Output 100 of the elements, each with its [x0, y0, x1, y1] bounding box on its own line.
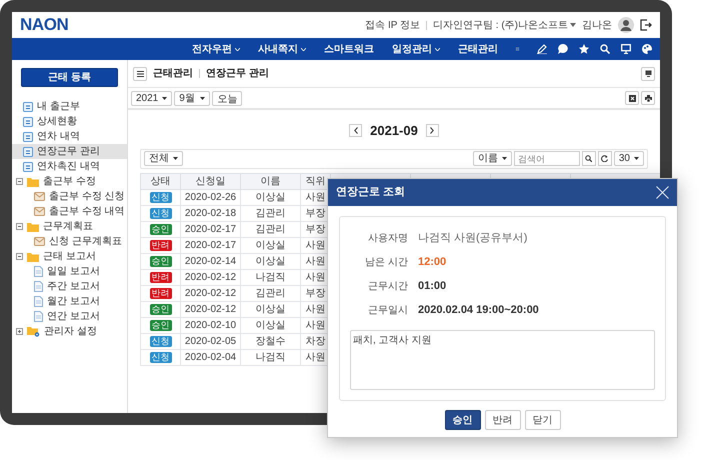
nav-menu-item[interactable]: 스마트워크 — [324, 42, 374, 56]
sidebar-item[interactable]: 근태 보고서 — [12, 249, 127, 264]
collapse-icon[interactable] — [16, 223, 23, 230]
field-label: 남은 시간 — [364, 256, 408, 270]
chevron-right-icon — [430, 127, 434, 134]
folder-icon — [27, 222, 39, 232]
spreadsheet-icon — [628, 94, 636, 102]
field-label: 사용자명 — [367, 232, 408, 246]
status-badge: 승인 — [150, 320, 172, 330]
caret-icon — [502, 157, 507, 160]
logo: NAON — [20, 14, 68, 36]
dialog-button[interactable]: 승인 — [444, 410, 480, 430]
page-size-select[interactable]: 30 — [614, 151, 644, 166]
year-select[interactable]: 2021 — [131, 90, 172, 106]
status-filter-select[interactable]: 전체 — [144, 151, 183, 166]
dialog-button[interactable]: 반려 — [484, 410, 520, 430]
nav-menu-item[interactable]: 일정관리 — [392, 42, 440, 56]
table-cell: 2020-02-05 — [180, 333, 240, 349]
status-badge: 반려 — [150, 272, 172, 282]
document-icon — [34, 296, 43, 307]
ip-info-link[interactable]: 접속 IP 정보 — [365, 18, 420, 32]
table-cell: 이상실 — [240, 301, 300, 317]
print-button[interactable] — [641, 91, 655, 105]
search-icon[interactable] — [600, 44, 610, 54]
excel-button[interactable] — [625, 91, 639, 105]
search-option-select[interactable]: 이름 — [472, 151, 512, 166]
collapse-icon[interactable] — [16, 253, 23, 260]
sidebar-item[interactable]: 관리자 설정 — [12, 324, 127, 339]
table-cell: 이상실 — [240, 317, 300, 333]
field-label: 근무일시 — [367, 304, 408, 318]
envelope-icon — [34, 207, 45, 216]
memo-field[interactable]: 패치, 고객사 지원 — [350, 330, 655, 390]
status-badge: 반려 — [150, 240, 172, 250]
collapse-icon[interactable] — [16, 178, 23, 185]
sidebar-item[interactable]: 연간 보고서 — [12, 309, 127, 324]
table-cell: 2020-02-14 — [180, 253, 240, 269]
sidebar-item[interactable]: 출근부 수정 신청 — [12, 189, 127, 204]
breadcrumb-item[interactable]: 근태관리 — [153, 66, 193, 81]
table-cell: 김관리 — [240, 285, 300, 301]
sidebar-item[interactable]: 연차촉진 내역 — [12, 159, 127, 174]
monitor-icon[interactable] — [621, 44, 631, 54]
field-value: 2020.02.04 19:00~20:00 — [418, 302, 539, 318]
chat-icon[interactable] — [558, 44, 568, 54]
avatar-icon[interactable] — [618, 17, 634, 33]
folder-icon — [27, 176, 39, 186]
column-header: 상태 — [140, 173, 180, 189]
table-cell: 2020-02-12 — [180, 301, 240, 317]
sidebar-item[interactable]: 내 출근부 — [12, 99, 127, 114]
search-button[interactable] — [582, 151, 596, 166]
caret-icon — [200, 96, 206, 100]
breadcrumb-item[interactable]: 연장근무 관리 — [206, 66, 269, 81]
refresh-icon — [601, 155, 608, 162]
sidebar-item[interactable]: 주간 보고서 — [12, 279, 127, 294]
sidebar-item[interactable]: 출근부 수정 내역 — [12, 204, 127, 219]
table-cell: 김관리 — [240, 221, 300, 237]
field-label: 근무시간 — [367, 280, 408, 294]
sidebar-item[interactable]: 상세현황 — [12, 114, 127, 129]
menu-button[interactable] — [133, 66, 147, 80]
next-month-button[interactable] — [426, 124, 439, 138]
expand-icon[interactable] — [16, 328, 23, 335]
sidebar-item[interactable]: 근무계획표 — [12, 219, 127, 234]
organization-selector[interactable]: 디자인연구팀 : (주)나온소프트 — [433, 18, 576, 32]
logout-icon[interactable] — [640, 19, 652, 31]
dialog-title: 연장근로 조회 — [336, 185, 406, 200]
sidebar-item[interactable]: 월간 보고서 — [12, 294, 127, 309]
star-icon[interactable] — [579, 44, 589, 54]
register-button[interactable]: 근태 등록 — [21, 68, 118, 87]
sidebar-item[interactable]: 신청 근무계획표 — [12, 234, 127, 249]
palette-icon[interactable] — [642, 44, 652, 54]
monitor-button[interactable] — [641, 66, 655, 80]
search-field[interactable]: 검색어 — [514, 151, 580, 166]
close-icon[interactable] — [656, 186, 669, 199]
table-cell: 2020-02-18 — [180, 205, 240, 221]
folder-icon — [27, 252, 39, 262]
table-cell: 장철수 — [240, 333, 300, 349]
nav-menu-item[interactable]: 전자우편 — [192, 42, 240, 56]
refresh-button[interactable] — [598, 151, 612, 166]
month-label: 2021-09 — [370, 122, 418, 140]
column-header: 이름 — [240, 173, 300, 189]
sidebar-item[interactable]: 출근부 수정 — [12, 174, 127, 189]
pencil-icon[interactable] — [537, 44, 547, 54]
nav-menu-item[interactable]: 사내쪽지 — [258, 42, 306, 56]
nav-menu-item[interactable]: 근태관리 — [458, 42, 498, 56]
field-value: 나검직 사원(공유부서) — [418, 230, 528, 246]
sidebar-item[interactable]: 일일 보고서 — [12, 264, 127, 279]
monitor-icon — [644, 70, 652, 77]
table-cell: 이상실 — [240, 189, 300, 205]
document-icon — [34, 266, 43, 277]
today-button[interactable]: 오늘 — [212, 90, 242, 106]
status-badge: 신청 — [150, 208, 172, 218]
table-cell: 이상실 — [240, 237, 300, 253]
dialog-button[interactable]: 닫기 — [524, 410, 560, 430]
sidebar-item[interactable]: 연장근무 관리 — [12, 144, 127, 159]
printer-icon — [644, 94, 652, 102]
previous-month-button[interactable] — [349, 124, 362, 138]
status-badge: 신청 — [150, 336, 172, 346]
table-cell: 2020-02-17 — [180, 237, 240, 253]
month-select[interactable]: 9월 — [174, 90, 210, 106]
sidebar-item[interactable]: 연차 내역 — [12, 129, 127, 144]
table-cell: 2020-02-17 — [180, 221, 240, 237]
